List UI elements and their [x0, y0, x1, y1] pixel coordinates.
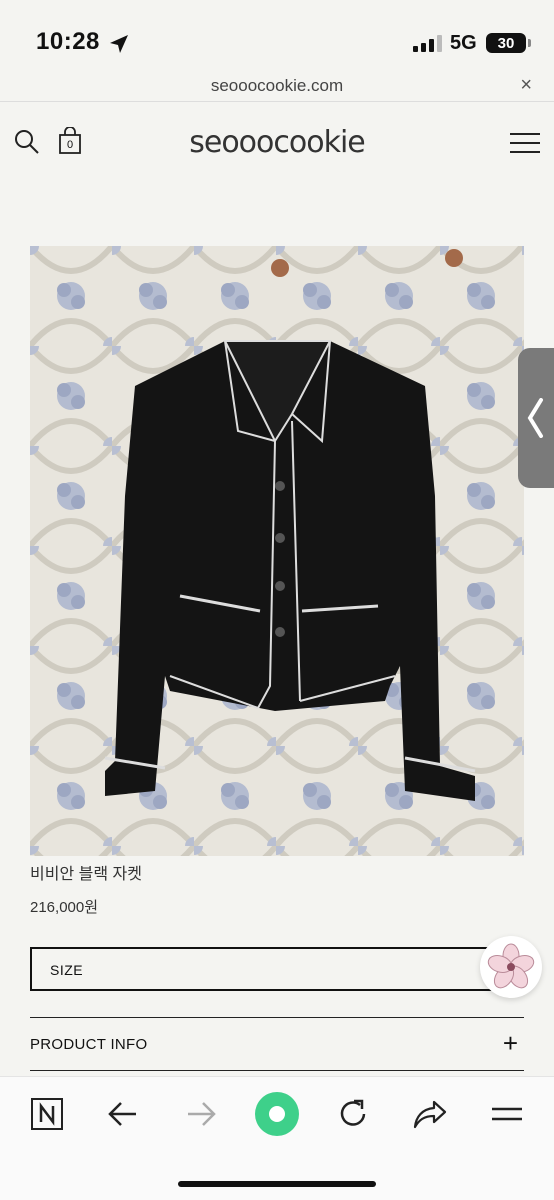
home-indicator: [178, 1181, 376, 1187]
expand-plus-icon[interactable]: +: [503, 1028, 518, 1059]
side-drawer-tab[interactable]: [518, 348, 554, 488]
site-logo[interactable]: seooocookie: [0, 125, 554, 160]
menu-icon[interactable]: [490, 1097, 524, 1131]
share-icon[interactable]: [412, 1097, 448, 1131]
url-text[interactable]: seooocookie.com: [0, 76, 554, 96]
close-icon[interactable]: ×: [520, 74, 532, 97]
status-bar: 10:28 5G 30: [0, 0, 554, 72]
battery-level: 30: [497, 34, 515, 52]
green-dot-icon[interactable]: [254, 1091, 300, 1137]
product-image[interactable]: [30, 246, 524, 856]
back-arrow-icon[interactable]: [106, 1097, 140, 1131]
location-arrow-icon: [110, 35, 128, 53]
battery-icon: 30: [486, 33, 531, 53]
size-select-label: SIZE: [50, 962, 84, 978]
product-price: 216,000원: [30, 899, 99, 916]
browser-url-bar[interactable]: seooocookie.com ×: [0, 72, 554, 102]
site-header: 0 seooocookie: [0, 103, 554, 183]
product-info-accordion[interactable]: PRODUCT INFO +: [30, 1017, 524, 1071]
floating-flower-button[interactable]: [480, 936, 542, 998]
cellular-signal-icon: [413, 34, 442, 52]
status-time: 10:28: [36, 28, 100, 55]
chevron-left-icon: [527, 398, 543, 438]
forward-arrow-icon[interactable]: [184, 1097, 218, 1131]
product-info-label: PRODUCT INFO: [30, 1036, 148, 1053]
naver-home-icon[interactable]: [30, 1097, 64, 1131]
product-name: 비비안 블랙 자켓: [30, 866, 142, 883]
jacket-photo: [30, 246, 524, 856]
size-select[interactable]: SIZE: [30, 947, 524, 991]
network-type: 5G: [450, 32, 477, 54]
hamburger-menu-icon[interactable]: [510, 133, 540, 160]
reload-icon[interactable]: [336, 1097, 370, 1131]
flower-icon: [487, 943, 535, 989]
